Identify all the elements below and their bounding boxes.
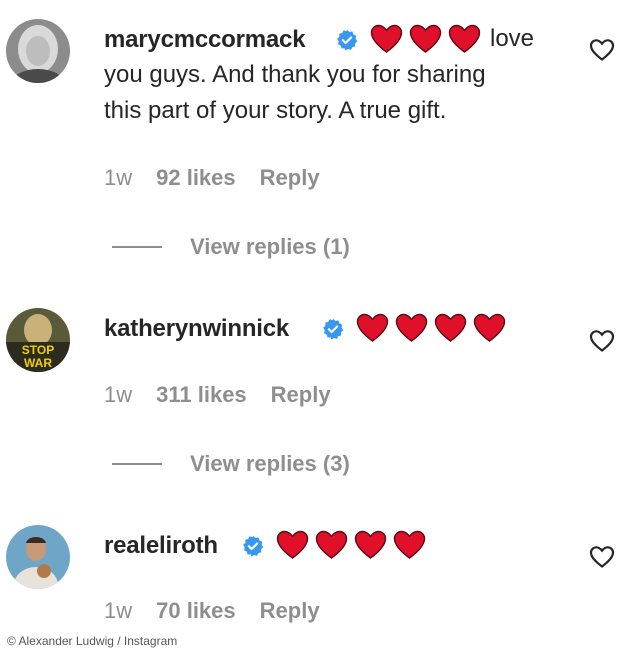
heart-emojis: [370, 24, 481, 54]
red-heart-icon: [473, 313, 506, 342]
comment-text-inline: love: [490, 25, 535, 52]
red-heart-icon: [370, 24, 403, 53]
heart-emojis: [356, 313, 506, 343]
reply-button[interactable]: Reply: [260, 598, 320, 624]
heart-outline-icon[interactable]: [589, 38, 615, 62]
verified-badge-icon: [243, 535, 264, 557]
red-heart-icon: [409, 24, 442, 53]
likes-count[interactable]: 311 likes: [156, 382, 247, 408]
username[interactable]: realeliroth: [104, 532, 218, 560]
username[interactable]: marycmccormack: [104, 26, 306, 54]
stop-war-text: WAR: [24, 356, 52, 370]
heart-outline-icon[interactable]: [589, 329, 615, 353]
reply-button[interactable]: Reply: [260, 165, 320, 191]
man-avatar-icon: [6, 525, 70, 589]
view-replies-label: View replies (1): [190, 234, 350, 259]
comment-text-line: you guys. And thank you for sharing: [104, 61, 486, 88]
timestamp: 1w: [104, 165, 133, 190]
comment-text-line: this part of your story. A true gift.: [104, 97, 447, 124]
verified-badge-icon: [323, 318, 344, 340]
red-heart-icon: [395, 313, 428, 342]
likes-count[interactable]: 70 likes: [156, 598, 236, 624]
red-heart-icon: [354, 530, 387, 559]
verified-badge-icon: [337, 29, 358, 51]
avatar[interactable]: STOP WAR: [6, 308, 70, 372]
view-replies-label: View replies (3): [190, 451, 350, 476]
comment-meta: 1w 70 likes Reply: [104, 598, 320, 624]
divider: [112, 463, 162, 465]
timestamp: 1w: [104, 382, 133, 407]
likes-count[interactable]: 92 likes: [156, 165, 236, 191]
view-replies-button[interactable]: View replies (3): [112, 451, 350, 477]
username[interactable]: katherynwinnick: [104, 315, 289, 343]
avatar[interactable]: [6, 525, 70, 589]
red-heart-icon: [276, 530, 309, 559]
woman-avatar-icon: [6, 19, 70, 83]
red-heart-icon: [356, 313, 389, 342]
stop-war-text: STOP: [22, 343, 54, 357]
reply-button[interactable]: Reply: [271, 382, 331, 408]
red-heart-icon: [315, 530, 348, 559]
timestamp: 1w: [104, 598, 133, 623]
divider: [112, 246, 162, 248]
avatar[interactable]: [6, 19, 70, 83]
red-heart-icon: [434, 313, 467, 342]
heart-emojis: [276, 530, 426, 560]
view-replies-button[interactable]: View replies (1): [112, 234, 350, 260]
heart-outline-icon[interactable]: [589, 545, 615, 569]
red-heart-icon: [448, 24, 481, 53]
stop-war-avatar-icon: STOP WAR: [6, 308, 70, 372]
comment-meta: 1w 92 likes Reply: [104, 165, 320, 191]
photo-credit: © Alexander Ludwig / Instagram: [4, 633, 181, 649]
comment-meta: 1w 311 likes Reply: [104, 382, 331, 408]
red-heart-icon: [393, 530, 426, 559]
